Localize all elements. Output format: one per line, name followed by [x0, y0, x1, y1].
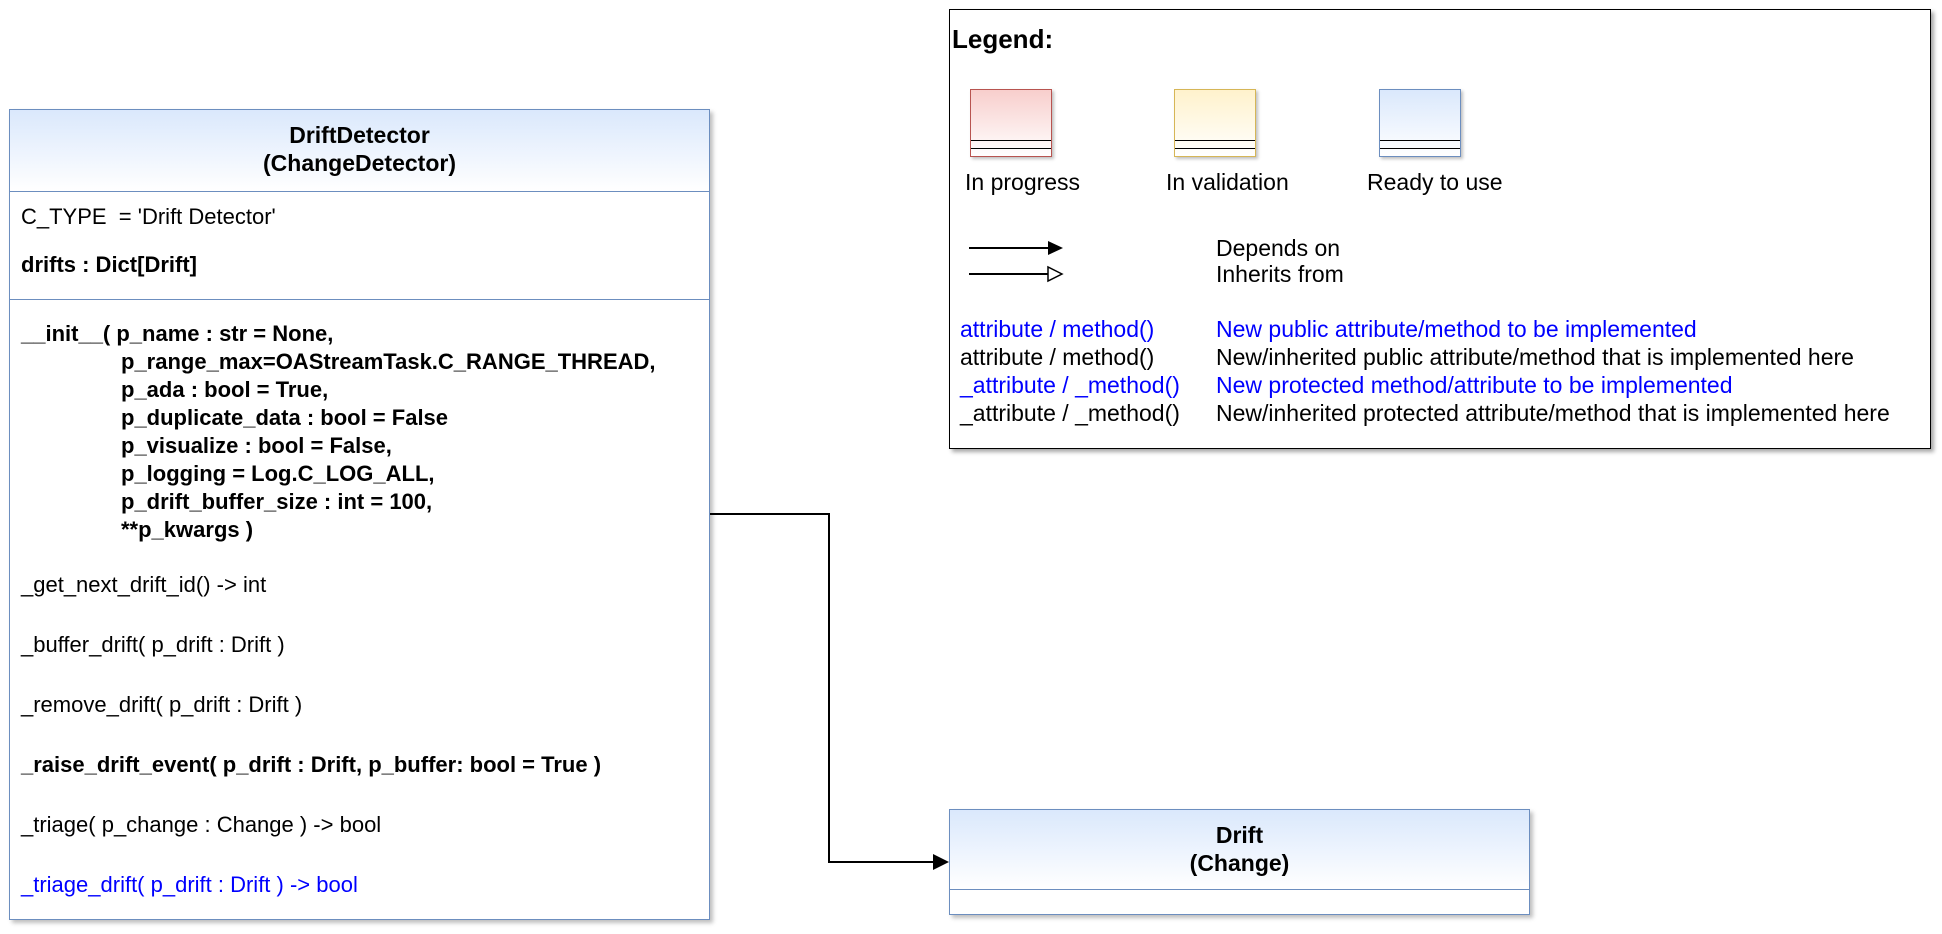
attribute-drifts: drifts : Dict[Drift]	[21, 252, 197, 277]
drift-detector-name: DriftDetector	[289, 122, 430, 148]
depends-on-label: Depends on	[1216, 235, 1341, 261]
drift-detector-parent: (ChangeDetector)	[263, 150, 456, 176]
depends-on-arrow	[969, 241, 1063, 255]
implemented-protected-sample: _attribute / _method()	[960, 400, 1180, 426]
attribute-c-type: C_TYPE = 'Drift Detector'	[21, 204, 276, 229]
method-get-next-drift-id: _get_next_drift_id() -> int	[21, 572, 267, 597]
dependency-line	[710, 513, 936, 863]
implemented-protected-meaning: New/inherited protected attribute/method…	[1216, 400, 1890, 426]
attributes-methods-divider	[10, 299, 709, 300]
method-init-line-6: p_logging = Log.C_LOG_ALL,	[121, 461, 435, 486]
dependency-arrowhead	[933, 854, 949, 870]
method-remove-drift: _remove_drift( p_drift : Drift )	[21, 692, 303, 717]
new-public-sample: attribute / method()	[960, 316, 1155, 342]
in-progress-swatch	[970, 89, 1052, 157]
method-triage: _triage( p_change : Change ) -> bool	[21, 812, 382, 837]
ready-to-use-label: Ready to use	[1367, 169, 1503, 195]
drift-name: Drift	[1215, 822, 1264, 848]
new-protected-sample: _attribute / _method()	[960, 372, 1180, 398]
method-init-line-2: p_range_max=OAStreamTask.C_RANGE_THREAD,	[121, 349, 656, 374]
in-validation-label: In validation	[1166, 169, 1289, 195]
method-triage-drift: _triage_drift( p_drift : Drift ) -> bool	[21, 872, 358, 897]
inherits-from-arrow	[969, 265, 1064, 283]
method-init-line-3: p_ada : bool = True,	[121, 377, 329, 402]
new-protected-meaning: New protected method/attribute to be imp…	[1216, 372, 1733, 398]
legend-panel: Legend: In progress In validation Ready …	[949, 9, 1931, 449]
drift-header: Drift (Change)	[950, 810, 1529, 890]
drift-detector-header: DriftDetector (ChangeDetector)	[10, 110, 709, 192]
drift-parent: (Change)	[1189, 850, 1290, 876]
new-public-meaning: New public attribute/method to be implem…	[1216, 316, 1697, 342]
implemented-public-meaning: New/inherited public attribute/method th…	[1216, 344, 1854, 370]
drift-detector-class[interactable]: DriftDetector (ChangeDetector) C_TYPE = …	[9, 109, 710, 920]
in-validation-swatch	[1174, 89, 1256, 157]
method-init-line-4: p_duplicate_data : bool = False	[121, 405, 449, 430]
method-buffer-drift: _buffer_drift( p_drift : Drift )	[21, 632, 285, 657]
method-init-line-1: __init__( p_name : str = None,	[21, 321, 334, 346]
ready-to-use-swatch	[1379, 89, 1461, 157]
drift-class[interactable]: Drift (Change)	[949, 809, 1530, 915]
inherits-from-label: Inherits from	[1216, 261, 1344, 287]
method-raise-drift-event: _raise_drift_event( p_drift : Drift, p_b…	[21, 752, 602, 777]
method-init-line-8: **p_kwargs )	[121, 517, 254, 542]
method-init-line-7: p_drift_buffer_size : int = 100,	[121, 489, 433, 514]
legend-title: Legend:	[952, 24, 1054, 54]
implemented-public-sample: attribute / method()	[960, 344, 1155, 370]
method-init-line-5: p_visualize : bool = False,	[121, 433, 392, 458]
in-progress-label: In progress	[965, 169, 1081, 195]
